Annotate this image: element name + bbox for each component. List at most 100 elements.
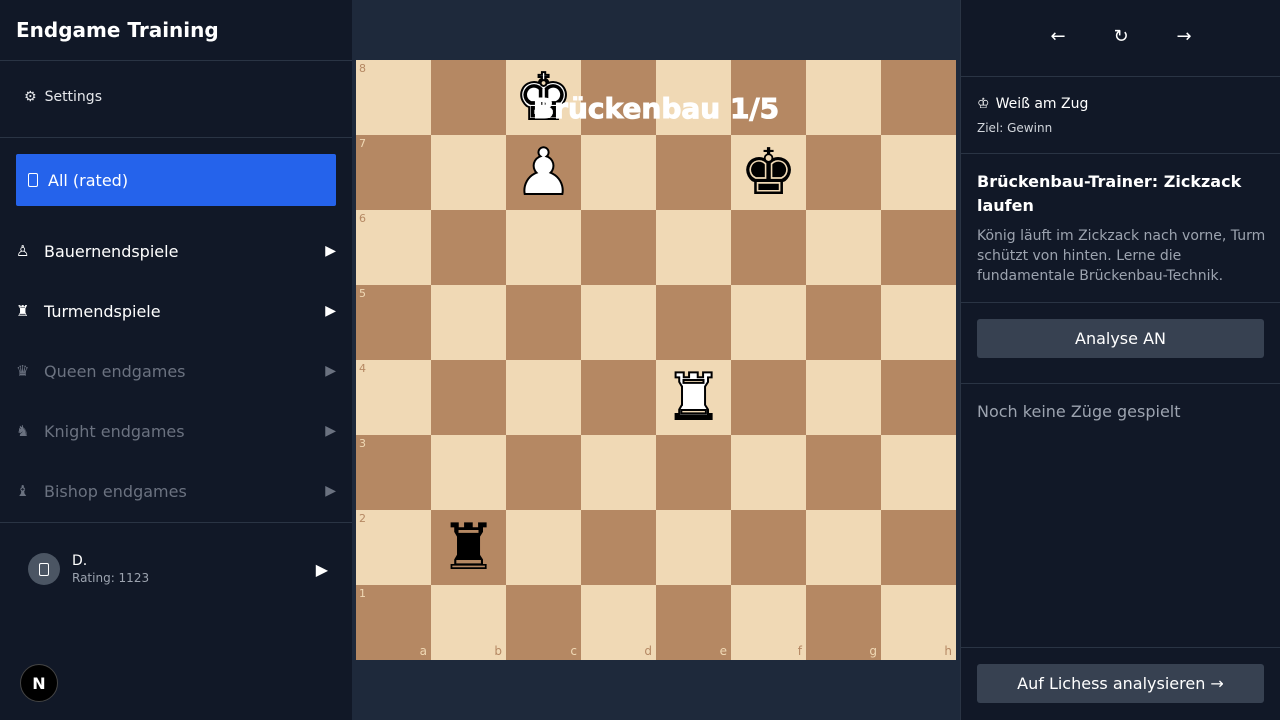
divider <box>961 383 1280 384</box>
category-queen-endgames[interactable]: ♛ Queen endgames ▶ <box>16 351 336 391</box>
square-h3[interactable] <box>881 435 956 510</box>
square-b7[interactable] <box>431 135 506 210</box>
square-e1[interactable]: e <box>656 585 731 660</box>
white-pawn-icon[interactable]: ♟ <box>506 135 581 210</box>
category-pawn-endgames[interactable]: ♙ Bauernendspiele ▶ <box>16 231 336 271</box>
square-c3[interactable] <box>506 435 581 510</box>
white-rook-icon[interactable]: ♜ <box>656 360 731 435</box>
square-g2[interactable] <box>806 510 881 585</box>
square-f5[interactable] <box>731 285 806 360</box>
square-b3[interactable] <box>431 435 506 510</box>
file-label: c <box>570 644 577 658</box>
square-h2[interactable] <box>881 510 956 585</box>
all-rated-button[interactable]: All (rated) <box>16 154 336 206</box>
black-king-icon[interactable]: ♚ <box>731 135 806 210</box>
square-b6[interactable] <box>431 210 506 285</box>
square-c4[interactable] <box>506 360 581 435</box>
square-e5[interactable] <box>656 285 731 360</box>
square-f7[interactable]: ♚ <box>731 135 806 210</box>
square-d2[interactable] <box>581 510 656 585</box>
analysis-toggle-button[interactable]: Analyse AN <box>977 319 1264 358</box>
square-d3[interactable] <box>581 435 656 510</box>
square-d8[interactable] <box>581 60 656 135</box>
square-d4[interactable] <box>581 360 656 435</box>
chess-board[interactable]: 8 ♚ 7 ♟ ♚ 6 5 4 ♜ 3 2 ♜ 1 a b c d e f g h <box>356 60 956 660</box>
square-b4[interactable] <box>431 360 506 435</box>
file-label: d <box>644 644 652 658</box>
square-g6[interactable] <box>806 210 881 285</box>
rank-label: 6 <box>359 212 366 225</box>
queen-icon: ♛ <box>16 362 30 380</box>
lichess-analyze-button[interactable]: Auf Lichess analysieren → <box>977 664 1264 703</box>
square-h5[interactable] <box>881 285 956 360</box>
user-profile[interactable]: D. Rating: 1123 ▶ <box>28 553 328 585</box>
square-c6[interactable] <box>506 210 581 285</box>
square-e7[interactable] <box>656 135 731 210</box>
category-label: Queen endgames <box>44 361 186 381</box>
square-b1[interactable]: b <box>431 585 506 660</box>
user-rating: Rating: 1123 <box>72 571 150 585</box>
square-g8[interactable] <box>806 60 881 135</box>
rank-label: 7 <box>359 137 366 150</box>
square-e4[interactable]: ♜ <box>656 360 731 435</box>
previous-move-button[interactable]: ← <box>1043 26 1073 47</box>
square-a7[interactable]: 7 <box>356 135 431 210</box>
square-c1[interactable]: c <box>506 585 581 660</box>
square-a4[interactable]: 4 <box>356 360 431 435</box>
category-rook-endgames[interactable]: ♜ Turmendspiele ▶ <box>16 291 336 331</box>
king-icon: ♔ <box>977 96 990 112</box>
category-label: Knight endgames <box>44 421 185 441</box>
expand-arrow-icon: ▶ <box>325 423 336 439</box>
square-d6[interactable] <box>581 210 656 285</box>
square-c5[interactable] <box>506 285 581 360</box>
square-h1[interactable]: h <box>881 585 956 660</box>
square-g1[interactable]: g <box>806 585 881 660</box>
square-g5[interactable] <box>806 285 881 360</box>
square-f1[interactable]: f <box>731 585 806 660</box>
square-h8[interactable] <box>881 60 956 135</box>
square-a6[interactable]: 6 <box>356 210 431 285</box>
square-b8[interactable] <box>431 60 506 135</box>
square-e2[interactable] <box>656 510 731 585</box>
category-knight-endgames[interactable]: ♞ Knight endgames ▶ <box>16 411 336 451</box>
square-e3[interactable] <box>656 435 731 510</box>
square-f6[interactable] <box>731 210 806 285</box>
square-a2[interactable]: 2 <box>356 510 431 585</box>
square-g4[interactable] <box>806 360 881 435</box>
square-c2[interactable] <box>506 510 581 585</box>
next-move-button[interactable]: → <box>1169 26 1199 47</box>
square-d5[interactable] <box>581 285 656 360</box>
avatar <box>28 553 60 585</box>
next-badge-icon[interactable]: N <box>20 664 58 702</box>
square-a3[interactable]: 3 <box>356 435 431 510</box>
square-a8[interactable]: 8 <box>356 60 431 135</box>
white-king-icon[interactable]: ♚ <box>506 60 581 135</box>
turn-label: Weiß am Zug <box>995 96 1089 112</box>
square-h4[interactable] <box>881 360 956 435</box>
square-f8[interactable] <box>731 60 806 135</box>
square-c8[interactable]: ♚ <box>506 60 581 135</box>
square-g7[interactable] <box>806 135 881 210</box>
square-g3[interactable] <box>806 435 881 510</box>
square-h7[interactable] <box>881 135 956 210</box>
square-d1[interactable]: d <box>581 585 656 660</box>
square-e8[interactable] <box>656 60 731 135</box>
divider <box>961 76 1280 77</box>
square-f3[interactable] <box>731 435 806 510</box>
square-d7[interactable] <box>581 135 656 210</box>
black-rook-icon[interactable]: ♜ <box>431 510 506 585</box>
square-f4[interactable] <box>731 360 806 435</box>
square-b2[interactable]: ♜ <box>431 510 506 585</box>
square-h6[interactable] <box>881 210 956 285</box>
square-b5[interactable] <box>431 285 506 360</box>
turn-indicator: ♔ Weiß am Zug <box>977 96 1088 112</box>
category-bishop-endgames[interactable]: ♝ Bishop endgames ▶ <box>16 471 336 511</box>
square-a1[interactable]: 1a <box>356 585 431 660</box>
square-e6[interactable] <box>656 210 731 285</box>
settings-button[interactable]: ⚙ Settings <box>24 89 102 105</box>
square-c7[interactable]: ♟ <box>506 135 581 210</box>
square-f2[interactable] <box>731 510 806 585</box>
reset-button[interactable]: ↻ <box>1106 26 1136 47</box>
square-a5[interactable]: 5 <box>356 285 431 360</box>
app-title: Endgame Training <box>16 18 219 42</box>
